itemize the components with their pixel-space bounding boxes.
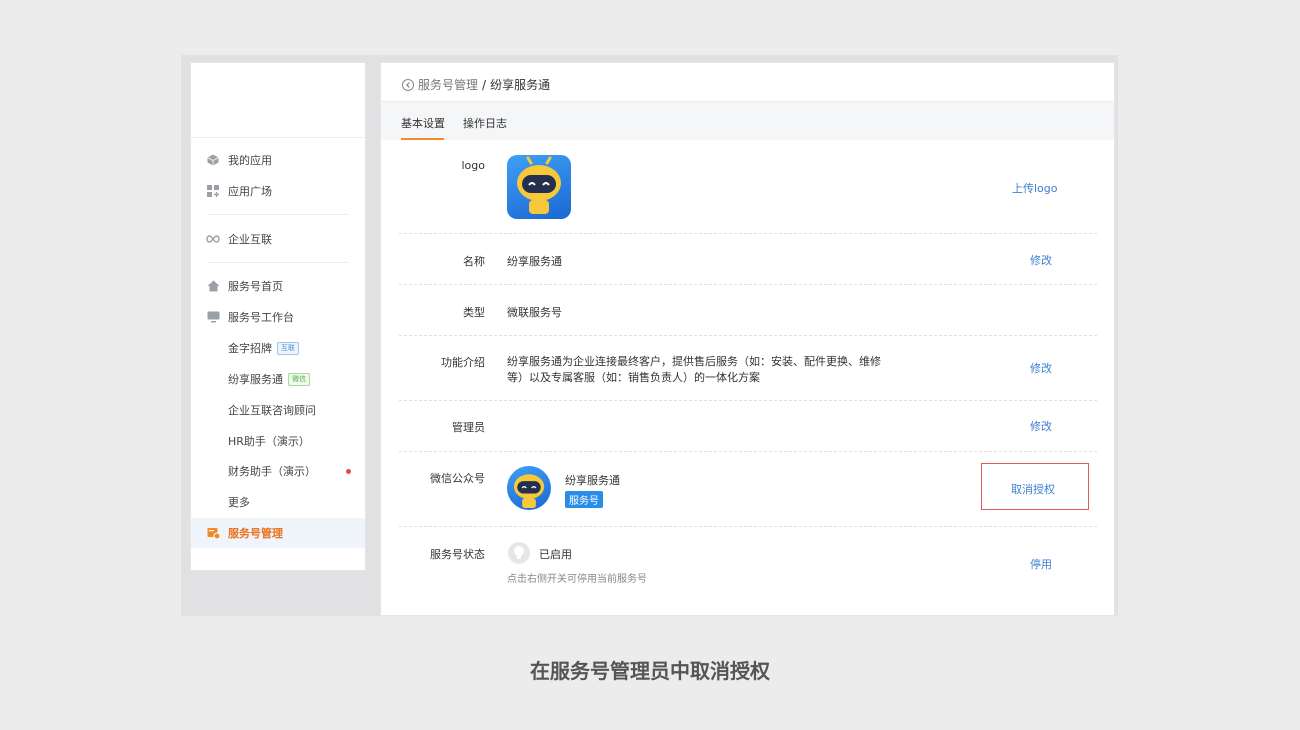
sidebar-subitem[interactable]: 财务助手（演示） (228, 456, 316, 486)
sidebar-item-my-apps[interactable]: 我的应用 (191, 145, 365, 175)
sidebar-item-service-manage[interactable]: 服务号管理 (191, 518, 365, 548)
breadcrumb: 服务号管理 / 纷享服务通 (402, 76, 550, 93)
row-divider (399, 526, 1097, 527)
type-label: 类型 (463, 306, 485, 319)
sidebar-logo-area (191, 63, 365, 138)
tab-operation-log[interactable]: 操作日志 (463, 115, 507, 131)
name-label: 名称 (463, 255, 485, 268)
logo-label: logo (461, 159, 486, 172)
status-value: 已启用 (539, 548, 572, 561)
caption: 在服务号管理员中取消授权 (530, 659, 770, 683)
row-divider (399, 400, 1097, 401)
name-value: 纷享服务通 (507, 255, 562, 268)
breadcrumb-separator: / (482, 77, 487, 92)
main-panel: 服务号管理 / 纷享服务通 基本设置 操作日志 logo 上传logo 名称 纷… (380, 62, 1115, 616)
infinity-icon (206, 232, 220, 246)
wechat-account-name: 纷享服务通 (565, 474, 620, 487)
tabs-bar: 基本设置 操作日志 (381, 101, 1114, 140)
type-value: 微联服务号 (507, 306, 562, 319)
upload-logo-link[interactable]: 上传logo (1012, 180, 1058, 196)
admin-label: 管理员 (452, 421, 485, 434)
intro-value-line1: 纷享服务通为企业连接最终客户，提供售后服务（如：安装、配件更换、维修 (507, 355, 881, 368)
sidebar-subitem[interactable]: 纷享服务通 微信 (228, 364, 310, 394)
status-hint: 点击右侧开关可停用当前服务号 (507, 574, 647, 585)
row-divider (399, 451, 1097, 452)
sidebar-subitem-label: HR助手（演示） (228, 435, 310, 448)
sidebar-item-app-market[interactable]: 应用广场 (191, 176, 365, 206)
sidebar-divider (208, 214, 348, 215)
sidebar-subitem[interactable]: 企业互联咨询顾问 (228, 395, 316, 425)
sidebar-item-service-workbench[interactable]: 服务号工作台 (191, 302, 365, 332)
wechat-label: 微信公众号 (430, 472, 485, 485)
edit-name-link[interactable]: 修改 (1030, 252, 1052, 268)
wechat-avatar (507, 466, 551, 510)
status-label: 服务号状态 (430, 548, 485, 561)
apps-plus-icon (206, 184, 220, 198)
monitor-icon (206, 310, 220, 324)
edit-admin-link[interactable]: 修改 (1030, 418, 1052, 434)
sidebar-item-label: 服务号首页 (228, 280, 283, 293)
breadcrumb-current: 纷享服务通 (490, 78, 551, 92)
sidebar-subitem-label: 企业互联咨询顾问 (228, 404, 316, 417)
sidebar-subitem[interactable]: HR助手（演示） (228, 426, 310, 456)
bulb-icon (508, 542, 530, 564)
sidebar-subitem-more[interactable]: 更多 (228, 487, 250, 517)
tag-badge: 互联 (277, 341, 299, 355)
back-circle-icon[interactable] (402, 78, 414, 91)
tab-basic-settings[interactable]: 基本设置 (401, 115, 445, 131)
sidebar-item-label: 服务号管理 (228, 527, 283, 540)
edit-intro-link[interactable]: 修改 (1030, 360, 1052, 376)
sidebar-item-label: 服务号工作台 (228, 311, 294, 324)
row-divider (399, 233, 1097, 234)
cube-icon (206, 153, 220, 167)
active-tab-indicator (401, 138, 444, 140)
intro-label: 功能介绍 (441, 356, 485, 369)
sidebar-subitem[interactable]: 金字招牌 互联 (228, 333, 299, 363)
sidebar-item-service-home[interactable]: 服务号首页 (191, 271, 365, 301)
sidebar-item-label: 我的应用 (228, 154, 272, 167)
service-manage-icon (206, 526, 220, 540)
tag-badge: 微信 (288, 372, 310, 386)
row-divider (399, 335, 1097, 336)
sidebar-subitem-label: 金字招牌 (228, 342, 272, 355)
sidebar-subitem-label: 纷享服务通 (228, 373, 283, 386)
sidebar-subitem-label: 财务助手（演示） (228, 465, 316, 478)
disable-service-link[interactable]: 停用 (1030, 556, 1052, 572)
sidebar-item-label: 应用广场 (228, 185, 272, 198)
sidebar-item-label: 企业互联 (228, 233, 272, 246)
breadcrumb-parent[interactable]: 服务号管理 (418, 76, 478, 93)
intro-value-line2: 等）以及专属客服（如：销售负责人）的一体化方案 (507, 371, 760, 384)
sidebar-item-enterprise-link[interactable]: 企业互联 (191, 224, 365, 254)
service-account-badge: 服务号 (565, 491, 603, 508)
cancel-authorization-link[interactable]: 取消授权 (1011, 481, 1055, 497)
home-icon (206, 279, 220, 293)
notification-dot (346, 469, 351, 474)
sidebar-divider (208, 262, 348, 263)
row-divider (399, 284, 1097, 285)
app-logo (507, 155, 571, 219)
sidebar-subitem-label: 更多 (228, 496, 250, 509)
sidebar: 我的应用 应用广场 企业互联 服务号首页 服务号工作台 金字招牌 互联 纷享服务… (190, 62, 366, 571)
